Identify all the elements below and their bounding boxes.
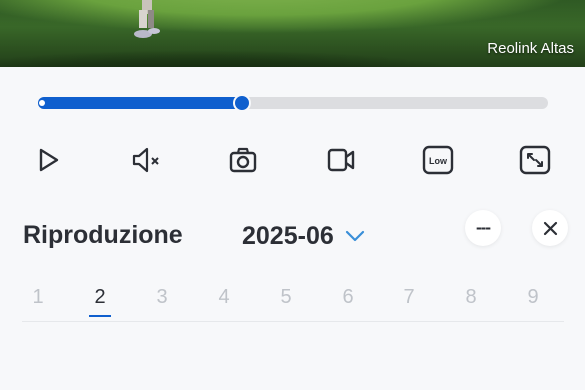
mute-button[interactable]	[129, 143, 163, 177]
day-tabs: 1 2 3 4 5 6 7 8 9	[22, 286, 564, 322]
quality-label: Low	[429, 156, 448, 166]
more-button[interactable]: ---	[465, 210, 501, 246]
close-button[interactable]	[532, 210, 568, 246]
record-button[interactable]	[324, 143, 358, 177]
day-tab-4[interactable]: 4	[209, 286, 239, 309]
close-icon	[543, 221, 557, 235]
snapshot-icon	[229, 147, 257, 173]
month-value: 2025-06	[242, 221, 334, 250]
day-tab-2[interactable]: 2	[85, 286, 115, 317]
day-tab-9[interactable]: 9	[518, 286, 548, 309]
video-preview[interactable]: Reolink Altas	[0, 0, 585, 67]
camera-name: Reolink Altas	[487, 40, 574, 57]
play-button[interactable]	[31, 143, 65, 177]
progress-thumb[interactable]	[233, 94, 251, 112]
chevron-down-icon	[345, 230, 364, 242]
day-tab-6[interactable]: 6	[333, 286, 363, 309]
month-selector[interactable]: 2025-06	[242, 221, 366, 251]
day-tab-3[interactable]: 3	[147, 286, 177, 309]
day-tab-1[interactable]: 1	[23, 286, 53, 309]
fullscreen-button[interactable]	[518, 143, 552, 177]
mute-icon	[132, 147, 159, 173]
divider	[22, 321, 564, 322]
progress-fill	[38, 97, 242, 109]
quality-low-icon: Low	[422, 145, 454, 175]
fullscreen-icon	[519, 145, 551, 175]
person-figure	[134, 0, 160, 38]
day-tab-5[interactable]: 5	[271, 286, 301, 309]
progress-start-dot	[39, 100, 45, 106]
day-tab-7[interactable]: 7	[394, 286, 424, 309]
playback-progress-bar[interactable]	[38, 94, 548, 112]
record-icon	[327, 148, 355, 172]
day-tab-8[interactable]: 8	[456, 286, 486, 309]
page-title: Riproduzione	[23, 221, 183, 249]
snapshot-button[interactable]	[226, 143, 260, 177]
play-icon	[39, 148, 59, 172]
quality-button[interactable]: Low	[421, 143, 455, 177]
